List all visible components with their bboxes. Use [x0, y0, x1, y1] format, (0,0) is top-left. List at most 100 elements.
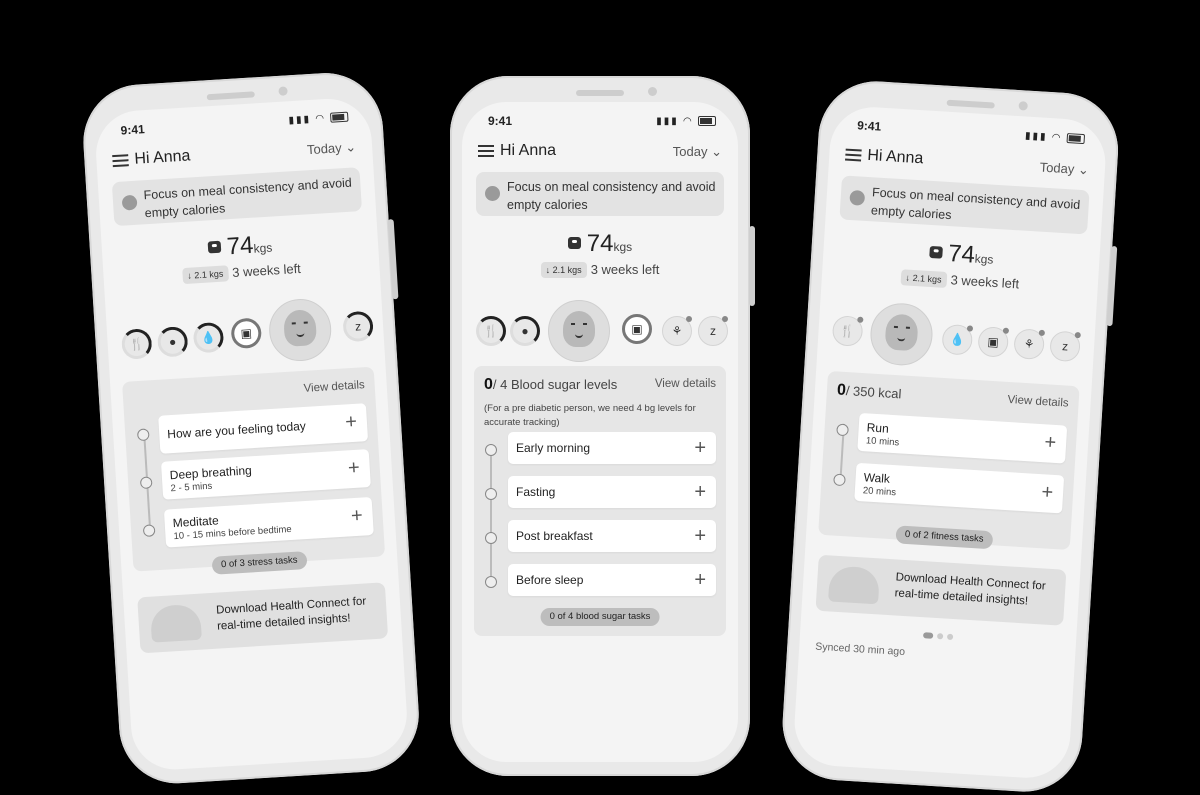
fork-knife-icon[interactable]: 🍴	[476, 316, 506, 346]
weight-scale-icon[interactable]: ▣	[622, 314, 652, 344]
chevron-down-icon: ⌄	[711, 144, 722, 159]
add-icon[interactable]: +	[350, 505, 363, 528]
weeks-left: 3 weeks left	[590, 262, 660, 277]
carousel-dot[interactable]	[946, 633, 954, 641]
weight-progress: ↓ 2.1 kgs 3 weeks left	[462, 262, 738, 278]
add-icon[interactable]: +	[694, 438, 706, 458]
focus-text: Focus on meal consistency and avoid empt…	[143, 175, 353, 221]
water-drop-icon[interactable]: 💧	[941, 323, 974, 356]
task-status-circle[interactable]	[485, 576, 497, 588]
task-status-circle[interactable]	[833, 473, 846, 487]
health-connect-promo[interactable]: Download Health Connect for real-time de…	[815, 554, 1067, 626]
chevron-down-icon: ⌄	[1077, 161, 1090, 178]
task-post-breakfast[interactable]: Post breakfast +	[508, 520, 716, 552]
speaker-grille	[946, 99, 995, 109]
weight-scale-icon[interactable]: ▣	[230, 317, 263, 350]
weight-value: 74	[586, 230, 614, 257]
weight-unit: kgs	[974, 251, 994, 267]
hamburger-menu-icon[interactable]	[112, 154, 129, 168]
add-icon[interactable]: +	[347, 457, 360, 480]
weight-scale-icon[interactable]: ▣	[977, 326, 1010, 358]
blood-sugar-mascot	[548, 300, 610, 362]
hamburger-menu-icon[interactable]	[478, 145, 494, 157]
task-status-circle[interactable]	[136, 428, 150, 442]
add-icon[interactable]: +	[694, 570, 706, 590]
focus-banner: Focus on meal consistency and avoid empt…	[476, 172, 724, 216]
sleep-zzz-icon[interactable]: z	[1049, 330, 1081, 363]
focus-dot-icon	[485, 186, 500, 201]
task-before-sleep[interactable]: Before sleep +	[508, 564, 716, 596]
task-status-circle[interactable]	[139, 476, 153, 490]
carousel-dot[interactable]	[922, 632, 934, 639]
fork-knife-icon[interactable]: 🍴	[120, 328, 153, 360]
promo-text: Download Health Connect for real-time de…	[215, 595, 367, 633]
focus-text: Focus on meal consistency and avoid empt…	[507, 180, 716, 212]
status-bar: 9:41 ▮▮▮ ◠	[488, 114, 716, 130]
task-feeling[interactable]: How are you feeling today +	[158, 403, 369, 454]
panel-title: 0/ 4 Blood sugar levels	[484, 376, 618, 393]
fitness-panel: 0/ 350 kcal View details Run 10 mins + W…	[818, 370, 1080, 550]
sleep-zzz-icon[interactable]: z	[698, 316, 728, 346]
status-bar: 9:41 ▮▮▮ ◠	[857, 118, 1086, 148]
fork-knife-icon[interactable]: 🍴	[831, 315, 864, 347]
task-early-morning[interactable]: Early morning +	[508, 432, 716, 464]
date-selector[interactable]: Today ⌄	[307, 139, 357, 158]
app-header: Hi Anna Today ⌄	[478, 142, 722, 164]
date-selector[interactable]: Today ⌄	[673, 144, 722, 160]
add-icon[interactable]: +	[694, 526, 706, 546]
battery-icon	[698, 116, 716, 127]
task-status-circle[interactable]	[485, 532, 497, 544]
fire-icon[interactable]: ●	[156, 325, 189, 358]
date-selector[interactable]: Today ⌄	[1039, 159, 1089, 178]
speaker-grille	[206, 91, 255, 101]
view-details-link[interactable]: View details	[1007, 394, 1069, 410]
phone-mockup-blood-sugar: 9:41 ▮▮▮ ◠ Hi Anna Today ⌄ Focus on meal…	[450, 76, 755, 776]
status-time: 9:41	[120, 122, 146, 138]
weight-change-chip: ↓ 2.1 kgs	[181, 265, 229, 285]
status-icons: ▮▮▮ ◠	[656, 116, 716, 127]
battery-icon	[330, 112, 349, 124]
hamburger-menu-icon[interactable]	[845, 148, 862, 162]
task-meditate[interactable]: Meditate 10 - 15 mins before bedtime +	[163, 496, 374, 548]
water-drop-icon[interactable]: 💧	[192, 321, 225, 354]
add-icon[interactable]: +	[1044, 431, 1057, 454]
task-status-circle[interactable]	[485, 444, 497, 456]
meditation-icon[interactable]: ⚘	[1013, 328, 1046, 361]
status-time: 9:41	[856, 118, 882, 134]
promo-text: Download Health Connect for real-time de…	[894, 571, 1046, 608]
view-details-link[interactable]: View details	[303, 379, 365, 395]
fire-icon[interactable]: ●	[510, 316, 540, 346]
add-icon[interactable]: +	[345, 411, 358, 434]
focus-dot-icon	[121, 194, 138, 211]
add-icon[interactable]: +	[1041, 481, 1054, 504]
task-summary-pill: 0 of 3 stress tasks	[211, 551, 308, 575]
mascot-illustration	[149, 603, 202, 643]
task-status-circle[interactable]	[485, 488, 497, 500]
task-run[interactable]: Run 10 mins +	[857, 412, 1068, 464]
front-camera	[278, 86, 288, 96]
task-deep-breathing[interactable]: Deep breathing 2 - 5 mins +	[160, 449, 371, 500]
speaker-grille	[576, 90, 624, 96]
weight-change-chip: ↓ 2.1 kgs	[540, 262, 587, 278]
app-screen: 9:41 ▮▮▮ ◠ Hi Anna Today ⌄ Focus on meal…	[93, 96, 410, 772]
status-icons: ▮▮▮ ◠	[1025, 131, 1086, 146]
status-bar: 9:41 ▮▮▮ ◠	[120, 110, 349, 140]
task-walk[interactable]: Walk 20 mins +	[854, 462, 1065, 514]
task-fasting[interactable]: Fasting +	[508, 476, 716, 508]
battery-icon	[1066, 133, 1086, 145]
task-status-circle[interactable]	[836, 423, 849, 437]
carousel-dot[interactable]	[936, 633, 944, 640]
weight-value: 74	[947, 240, 976, 269]
add-icon[interactable]: +	[694, 482, 706, 502]
health-connect-promo[interactable]: Download Health Connect for real-time de…	[137, 582, 389, 654]
front-camera	[648, 87, 657, 96]
greeting: Hi Anna	[866, 146, 924, 168]
sleep-zzz-icon[interactable]: z	[342, 310, 374, 343]
view-details-link[interactable]: View details	[655, 378, 716, 390]
status-icons: ▮▮▮ ◠	[288, 112, 349, 126]
panel-note: (For a pre diabetic person, we need 4 bg…	[484, 403, 696, 428]
task-status-circle[interactable]	[142, 524, 156, 537]
task-summary-pill: 0 of 4 blood sugar tasks	[540, 608, 660, 626]
meditation-icon[interactable]: ⚘	[662, 316, 692, 346]
status-time: 9:41	[488, 114, 513, 128]
